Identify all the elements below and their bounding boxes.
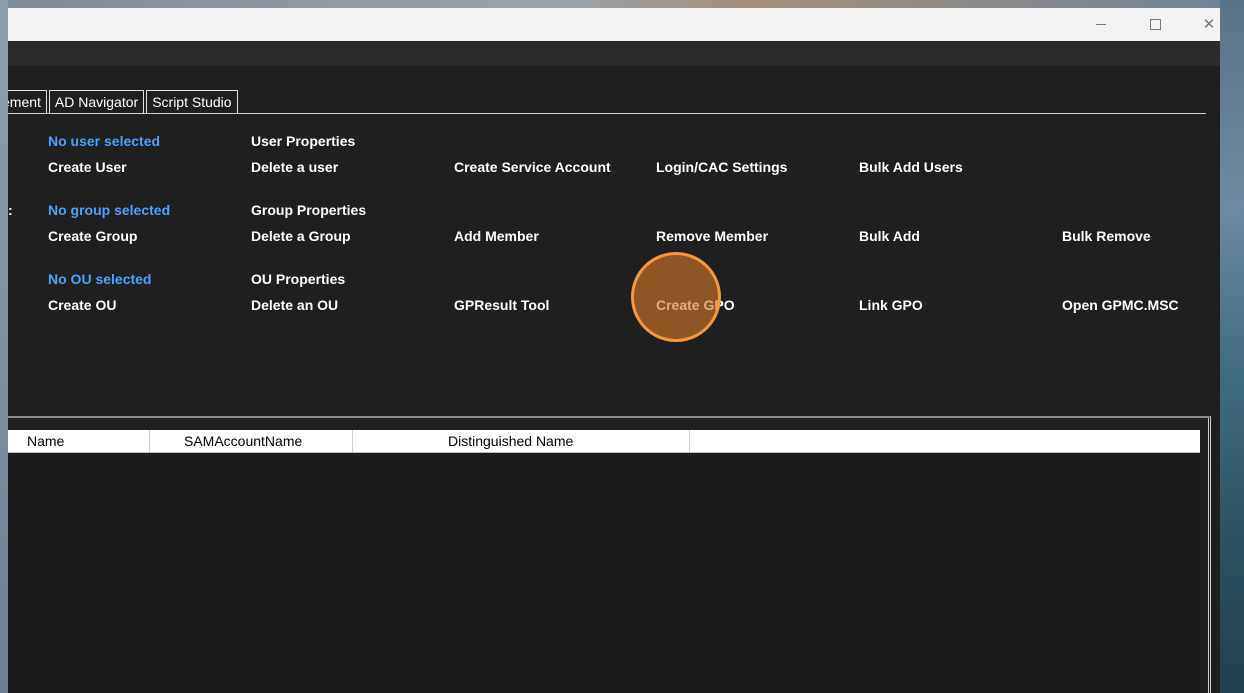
group-status-label: No group selected	[48, 202, 171, 218]
results-grid-header: Name SAMAccountName Distinguished Name	[8, 430, 1200, 453]
bulk-remove-button[interactable]: Bulk Remove	[1062, 228, 1151, 244]
ou-status-label: No OU selected	[48, 271, 152, 287]
delete-group-button[interactable]: Delete a Group	[251, 228, 351, 244]
user-properties-button[interactable]: User Properties	[251, 133, 355, 149]
create-service-account-button[interactable]: Create Service Account	[454, 159, 611, 175]
ou-properties-button[interactable]: OU Properties	[251, 271, 345, 287]
minimize-icon	[1096, 24, 1106, 25]
column-header-name[interactable]: Name	[8, 430, 150, 452]
tab-management[interactable]: ement	[8, 90, 47, 113]
close-button[interactable]: ✕	[1186, 8, 1220, 41]
add-member-button[interactable]: Add Member	[454, 228, 539, 244]
link-gpo-button[interactable]: Link GPO	[859, 297, 923, 313]
gpresult-tool-button[interactable]: GPResult Tool	[454, 297, 549, 313]
bulk-add-users-button[interactable]: Bulk Add Users	[859, 159, 963, 175]
column-header-filler	[690, 430, 1200, 452]
tab-strip: ement AD Navigator Script Studio	[8, 90, 240, 114]
maximize-icon	[1149, 19, 1161, 30]
column-header-distinguished-name[interactable]: Distinguished Name	[353, 430, 690, 452]
delete-user-button[interactable]: Delete a user	[251, 159, 338, 175]
tab-ad-navigator[interactable]: AD Navigator	[48, 90, 145, 113]
group-properties-button[interactable]: Group Properties	[251, 202, 366, 218]
close-icon: ✕	[1202, 15, 1216, 33]
title-bar: ✕	[8, 8, 1220, 41]
desktop-background-right	[1220, 0, 1244, 693]
create-user-button[interactable]: Create User	[48, 159, 127, 175]
column-header-samaccountname[interactable]: SAMAccountName	[150, 430, 353, 452]
main-content: ement AD Navigator Script Studio No user…	[8, 66, 1220, 693]
create-group-button[interactable]: Create Group	[48, 228, 137, 244]
open-gpmc-button[interactable]: Open GPMC.MSC	[1062, 297, 1179, 313]
tab-script-studio[interactable]: Script Studio	[146, 90, 238, 113]
minimize-button[interactable]	[1078, 8, 1124, 41]
maximize-button[interactable]	[1132, 8, 1178, 41]
app-window: ✕ ement AD Navigator Script Studio No us…	[8, 8, 1220, 693]
menu-bar	[8, 41, 1220, 66]
desktop-background-left	[0, 0, 8, 693]
results-grid-body[interactable]	[8, 453, 1200, 693]
desktop-background-top	[0, 0, 1244, 8]
remove-member-button[interactable]: Remove Member	[656, 228, 768, 244]
create-ou-button[interactable]: Create OU	[48, 297, 116, 313]
login-cac-settings-button[interactable]: Login/CAC Settings	[656, 159, 787, 175]
bulk-add-button[interactable]: Bulk Add	[859, 228, 920, 244]
delete-ou-button[interactable]: Delete an OU	[251, 297, 338, 313]
group-section-colon: :	[8, 202, 13, 218]
user-status-label: No user selected	[48, 133, 161, 149]
tab-divider	[8, 113, 1206, 114]
click-highlight-marker	[631, 252, 721, 342]
